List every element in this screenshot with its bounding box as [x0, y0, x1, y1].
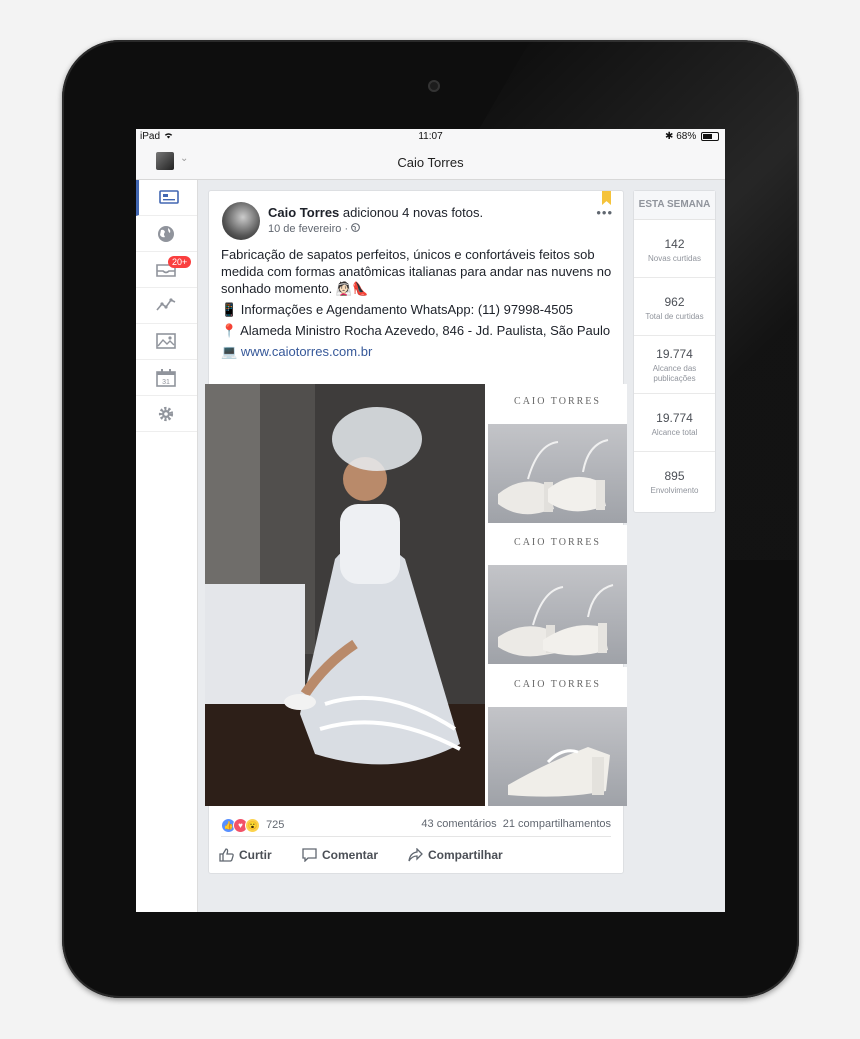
sidebar-item-calendar[interactable]: 31 [136, 360, 197, 396]
comment-label: Comentar [322, 848, 379, 862]
divider [221, 836, 611, 837]
photos-icon [156, 333, 176, 349]
share-button[interactable]: Compartilhar [408, 848, 503, 862]
photo-shoe-1[interactable]: CAIO TORRES [488, 384, 627, 523]
photo-shoe-3[interactable]: CAIO TORRES [488, 667, 627, 806]
post-card: Caio Torres adicionou 4 novas fotos. 10 … [205, 190, 627, 874]
battery-icon [701, 131, 719, 141]
shares-count[interactable]: 21 compartilhamentos [503, 818, 611, 830]
photo-brand-logo: CAIO TORRES [514, 396, 601, 407]
sidebar-item-insights[interactable] [136, 288, 197, 324]
comment-icon [302, 848, 317, 862]
stat-value: 142 [664, 237, 685, 251]
stat-total-likes[interactable]: 962 Total de curtidas [634, 278, 715, 336]
shoe-illustration [498, 439, 609, 515]
photo-shoe-2[interactable]: CAIO TORRES [488, 525, 627, 664]
bookmark-icon[interactable] [602, 191, 611, 205]
sidebar-item-inbox[interactable]: 20+ [136, 252, 197, 288]
photo-bride[interactable] [205, 384, 485, 806]
author-name[interactable]: Caio Torres [268, 205, 339, 220]
globe-icon [351, 223, 361, 235]
shoe-illustration [498, 584, 614, 657]
gear-icon [158, 406, 174, 422]
photo-brand-logo: CAIO TORRES [514, 537, 601, 548]
sidebar-item-photos[interactable] [136, 324, 197, 360]
reactions-count: 725 [266, 819, 285, 832]
calendar-icon: 31 [156, 369, 176, 387]
nav-bar: ⌄ Caio Torres [136, 146, 725, 180]
comments-count[interactable]: 43 comentários [421, 818, 496, 830]
notification-badge: 20+ [168, 256, 192, 268]
globe-icon [158, 226, 174, 242]
post-text: Fabricação de sapatos perfeitos, únicos … [221, 246, 613, 364]
insights-icon [156, 298, 176, 311]
stat-label: Alcance das publicações [652, 364, 697, 383]
stat-label: Total de curtidas [645, 312, 704, 321]
sidebar-item-feed[interactable] [136, 180, 197, 216]
like-label: Curtir [239, 848, 272, 862]
app-screen: iPad 11:07 ✱ 68% ⌄ Caio Torres 20+ 31 Ca… [136, 129, 725, 912]
more-options-icon[interactable]: ••• [596, 205, 613, 220]
post-meta: 10 de fevereiro · [268, 223, 361, 235]
stat-post-reach[interactable]: 19.774 Alcance das publicações [634, 336, 715, 394]
sidebar-item-settings[interactable] [136, 396, 197, 432]
stats-heading: ESTA SEMANA [634, 191, 715, 220]
post-header: Caio Torres adicionou 4 novas fotos. [268, 205, 483, 220]
battery-percent: 68% [676, 131, 697, 142]
laptop-icon: 💻 [221, 344, 238, 359]
stat-engagement[interactable]: 895 Envolvimento [634, 452, 715, 509]
front-camera [428, 80, 440, 92]
bride-illustration [205, 384, 485, 806]
stat-value: 962 [664, 295, 685, 309]
news-feed-icon [159, 190, 179, 204]
sidebar-item-globe[interactable] [136, 216, 197, 252]
post-action: adicionou 4 novas fotos. [342, 205, 484, 220]
weekly-stats-panel: ESTA SEMANA 142 Novas curtidas 962 Total… [633, 190, 716, 513]
svg-text:31: 31 [162, 379, 170, 386]
share-icon [408, 848, 423, 862]
stat-label: Envolvimento [650, 486, 699, 495]
thumbs-up-icon [219, 848, 234, 862]
stat-label: Alcance total [651, 428, 698, 437]
photo-grid: CAIO TORRES CAIO TORRES CAIO TORRES [205, 384, 629, 807]
post-description: Fabricação de sapatos perfeitos, únicos … [221, 247, 612, 296]
wow-reaction-icon: 😮 [245, 818, 260, 833]
share-label: Compartilhar [428, 848, 503, 862]
photo-brand-logo: CAIO TORRES [514, 679, 601, 690]
stat-value: 19.774 [656, 347, 693, 361]
post-whatsapp: 📱 Informações e Agendamento WhatsApp: (1… [221, 302, 573, 317]
comment-button[interactable]: Comentar [302, 848, 378, 862]
sidebar: 20+ 31 [136, 180, 198, 912]
post-address: 📍 Alameda Ministro Rocha Azevedo, 846 - … [221, 323, 611, 338]
stat-label: Novas curtidas [648, 254, 701, 263]
page-title: Caio Torres [397, 155, 464, 170]
status-bar: iPad 11:07 ✱ 68% [136, 129, 725, 146]
shoe-illustration [508, 747, 610, 797]
engagement-counts: 43 comentários 21 compartilhamentos [421, 818, 611, 830]
reactions-summary[interactable]: 👍 ♥ 😮 725 [221, 818, 284, 833]
author-avatar[interactable] [222, 202, 260, 240]
stat-total-reach[interactable]: 19.774 Alcance total [634, 394, 715, 452]
stat-new-likes[interactable]: 142 Novas curtidas [634, 220, 715, 278]
clock: 11:07 [418, 131, 443, 142]
stat-value: 19.774 [656, 411, 693, 425]
post-date[interactable]: 10 de fevereiro [268, 223, 341, 235]
like-button[interactable]: Curtir [219, 848, 272, 862]
bluetooth-icon: ✱ [665, 131, 674, 142]
website-link[interactable]: www.caiotorres.com.br [241, 344, 372, 359]
stat-value: 895 [664, 469, 685, 483]
